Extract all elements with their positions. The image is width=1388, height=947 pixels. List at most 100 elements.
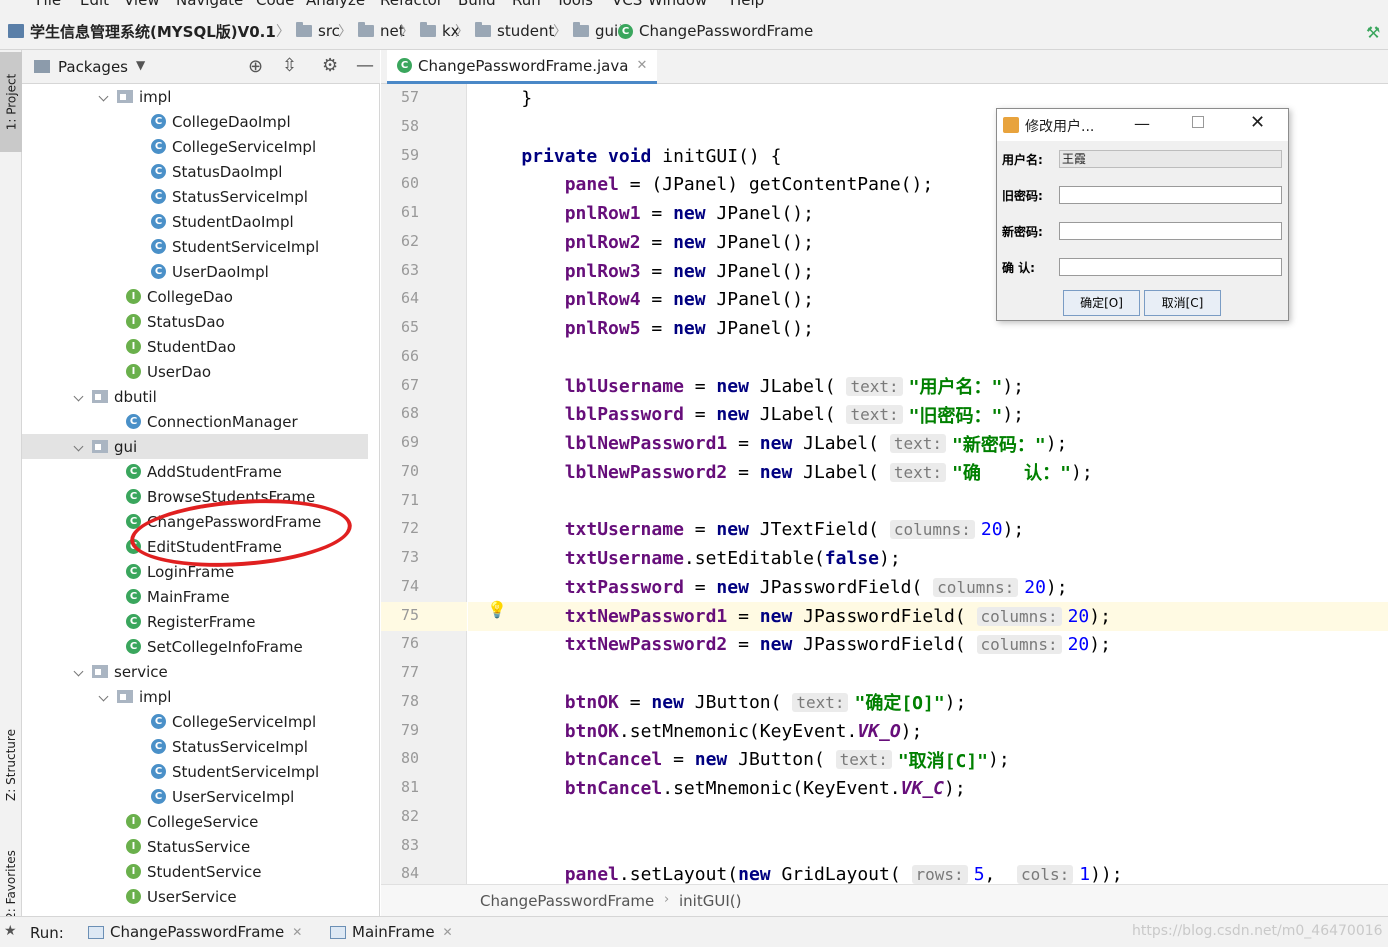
minimize-icon[interactable]: — — [356, 55, 374, 76]
tree-item-collegedao[interactable]: I CollegeDao — [22, 284, 368, 309]
tree-item-collegedaoimpl[interactable]: C CollegeDaoImpl — [22, 109, 368, 134]
dialog-title: 修改用户... — [1025, 119, 1095, 135]
tree-item-userdaoimpl[interactable]: C UserDaoImpl — [22, 259, 368, 284]
tree-item-collegeservice[interactable]: I CollegeService — [22, 809, 368, 834]
tree-item-service[interactable]: service — [22, 659, 368, 684]
run-tab-changepassword[interactable]: ChangePasswordFrame ✕ — [88, 923, 302, 941]
line-number: 72 — [400, 519, 419, 538]
close-icon[interactable]: ✕ — [443, 925, 453, 939]
gear-icon[interactable]: ⚙ — [322, 55, 338, 76]
chevron-down-icon[interactable]: ▼ — [136, 58, 145, 72]
username-field[interactable]: 王霞 — [1059, 150, 1282, 168]
code-token: lblPassword — [478, 404, 684, 426]
nav-crumb-student[interactable]: 〉 student — [449, 21, 554, 41]
tab-project[interactable]: 1: Project — [0, 52, 22, 152]
tree-item-studentdao[interactable]: I StudentDao — [22, 334, 368, 359]
tree-item-label: CollegeServiceImpl — [172, 137, 317, 156]
collapse-icon[interactable]: ⇳ — [282, 55, 297, 76]
tree-item-studentserviceimpl[interactable]: C StudentServiceImpl — [22, 234, 368, 259]
editor-tab-active[interactable]: C ChangePasswordFrame.java ✕ — [387, 50, 658, 84]
tree-item-statusservice[interactable]: I StatusService — [22, 834, 368, 859]
chevron-down-icon[interactable] — [99, 92, 109, 102]
run-tab-mainframe[interactable]: MainFrame ✕ — [330, 923, 453, 941]
menu-item-edit[interactable]: Edit — [80, 0, 109, 9]
menu-item-code[interactable]: Code — [256, 0, 294, 9]
tree-item-setcollegeinfoframe[interactable]: C SetCollegeInfoFrame — [22, 634, 368, 659]
menu-item-tools[interactable]: Tools — [556, 0, 593, 9]
menu-item-refactor[interactable]: Refactor — [380, 0, 443, 9]
menu-item-vcs[interactable]: VCS — [612, 0, 642, 9]
nav-crumb-label: student — [497, 22, 555, 40]
code-token: ); — [944, 778, 966, 799]
class-icon: C — [151, 189, 166, 204]
tree-item-dbutil[interactable]: dbutil — [22, 384, 368, 409]
close-icon[interactable]: ✕ — [636, 58, 647, 73]
new-password-field[interactable] — [1059, 222, 1282, 240]
tree-item-mainframe[interactable]: C MainFrame — [22, 584, 368, 609]
menu-item-file[interactable]: File — [36, 0, 61, 9]
tree-item-connectionmanager[interactable]: C ConnectionManager — [22, 409, 368, 434]
menu-item-analyze[interactable]: Analyze — [306, 0, 365, 9]
close-icon[interactable]: ✕ — [1250, 112, 1265, 133]
chevron-down-icon[interactable] — [74, 667, 84, 677]
parameter-hint: text: — [889, 434, 946, 453]
menu-item-run[interactable]: Run — [512, 0, 541, 9]
cancel-button[interactable]: 取消[C] — [1144, 290, 1221, 316]
hammer-icon[interactable]: ⚒ — [1366, 23, 1384, 42]
tree-item-addstudentframe[interactable]: C AddStudentFrame — [22, 459, 368, 484]
project-tree: impl C CollegeDaoImpl C CollegeServiceImpl C S… — [22, 84, 380, 916]
class-icon: C — [151, 214, 166, 229]
tree-item-studentservice[interactable]: I StudentService — [22, 859, 368, 884]
star-icon[interactable]: ★ — [4, 923, 17, 939]
nav-crumb-src[interactable]: 〉 src — [270, 21, 340, 41]
tree-item-collegeserviceimpl[interactable]: C CollegeServiceImpl — [22, 134, 368, 159]
nav-file[interactable]: C ChangePasswordFrame — [618, 21, 813, 41]
tab-structure[interactable]: Z: Structure — [0, 710, 22, 820]
tree-item-studentdaoimpl[interactable]: C StudentDaoImpl — [22, 209, 368, 234]
menu-item-view[interactable]: View — [124, 0, 160, 9]
tree-item-userservice[interactable]: I UserService — [22, 884, 368, 909]
tree-item-statusdaoimpl[interactable]: C StatusDaoImpl — [22, 159, 368, 184]
chevron-down-icon[interactable] — [74, 392, 84, 402]
tree-item-statusserviceimpl[interactable]: C StatusServiceImpl — [22, 184, 368, 209]
tree-item-userdao[interactable]: I UserDao — [22, 359, 368, 384]
tree-item-statusdao[interactable]: I StatusDao — [22, 309, 368, 334]
code-token: initGUI() { — [662, 145, 782, 167]
lightbulb-icon[interactable]: 💡 — [487, 600, 507, 619]
tree-item-userserviceimpl[interactable]: C UserServiceImpl — [22, 784, 368, 809]
code-line: txtUsername .setEditable(false); — [468, 544, 1388, 573]
minimize-icon[interactable]: — — [1134, 114, 1150, 133]
view-selector[interactable]: Packages — [58, 58, 128, 76]
maximize-icon[interactable] — [1192, 116, 1204, 128]
menu-item-window[interactable]: Window — [648, 0, 707, 9]
tree-item-gui[interactable]: gui — [22, 434, 368, 459]
tree-item-impl[interactable]: impl — [22, 84, 368, 109]
close-icon[interactable]: ✕ — [292, 925, 302, 939]
code-token: ); — [1002, 519, 1025, 541]
nav-project[interactable]: 学生信息管理系统(MYSQL版)V0.1 — [8, 21, 276, 41]
code-token: txtNewPassword2 — [478, 634, 728, 656]
old-password-field[interactable] — [1059, 186, 1282, 204]
locate-icon[interactable]: ⊕ — [248, 56, 263, 77]
tree-item-studentserviceimpl[interactable]: C StudentServiceImpl — [22, 759, 368, 784]
tree-item-label: StudentServiceImpl — [172, 237, 320, 256]
tree-item-label: StudentDaoImpl — [172, 212, 294, 231]
dialog-titlebar[interactable]: 修改用户... — ✕ — [997, 109, 1288, 141]
left-tool-strip: 1: Project Z: Structure 2: Favorites — [0, 50, 22, 920]
tree-item-statusserviceimpl[interactable]: C StatusServiceImpl — [22, 734, 368, 759]
code-token: GridLayout( — [781, 864, 912, 886]
tree-item-registerframe[interactable]: C RegisterFrame — [22, 609, 368, 634]
ok-button[interactable]: 确定[O] — [1063, 290, 1140, 316]
menu-item-build[interactable]: Build — [458, 0, 496, 9]
chevron-down-icon[interactable] — [74, 442, 84, 452]
confirm-password-field[interactable] — [1059, 258, 1282, 276]
line-number: 64 — [400, 289, 419, 308]
menu-item-help[interactable]: Help — [730, 0, 764, 9]
breadcrumb-method[interactable]: initGUI() — [679, 892, 741, 910]
breadcrumb-class[interactable]: ChangePasswordFrame — [480, 892, 654, 910]
nav-crumb-gui[interactable]: 〉 gui — [547, 21, 618, 41]
chevron-down-icon[interactable] — [99, 692, 109, 702]
tree-item-collegeserviceimpl[interactable]: C CollegeServiceImpl — [22, 709, 368, 734]
tree-item-impl[interactable]: impl — [22, 684, 368, 709]
menu-item-navigate[interactable]: Navigate — [176, 0, 243, 9]
